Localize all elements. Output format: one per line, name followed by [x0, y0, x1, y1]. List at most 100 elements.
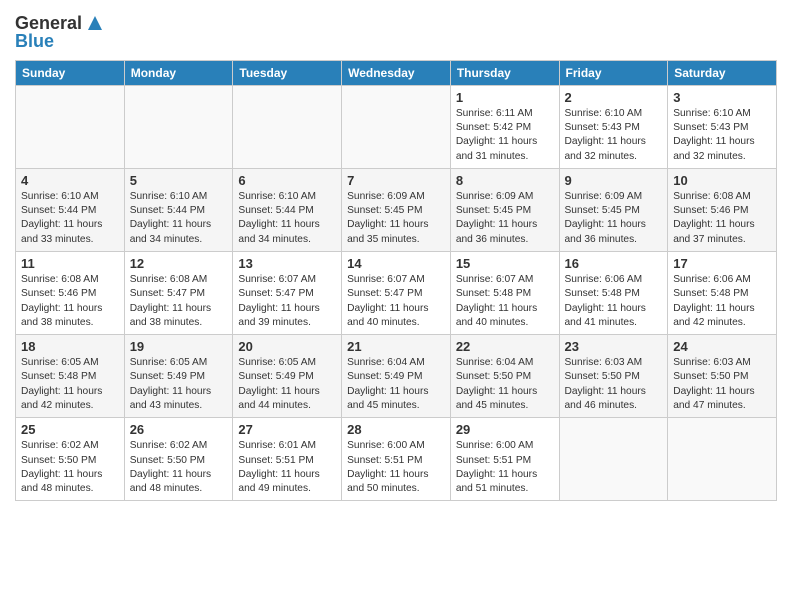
- day-info: Sunrise: 6:04 AM Sunset: 5:50 PM Dayligh…: [456, 356, 554, 413]
- day-number: 23: [565, 339, 663, 354]
- day-info: Sunrise: 6:00 AM Sunset: 5:51 PM Dayligh…: [347, 439, 445, 496]
- calendar-cell: 13 Sunrise: 6:07 AM Sunset: 5:47 PM Dayli…: [233, 252, 342, 335]
- calendar-cell: 2Sunrise: 6:10 AM Sunset: 5:43 PM Daylig…: [559, 85, 668, 168]
- day-number: 2: [565, 90, 663, 105]
- day-info: Sunrise: 6:05 AM Sunset: 5:49 PM Dayligh…: [130, 356, 228, 413]
- calendar-table: SundayMondayTuesdayWednesdayThursdayFrid…: [15, 60, 777, 502]
- day-info: Sunrise: 6:11 AM Sunset: 5:42 PM Dayligh…: [456, 107, 554, 164]
- calendar-cell: 7 Sunrise: 6:09 AM Sunset: 5:45 PM Daylig…: [342, 168, 451, 251]
- day-info: Sunrise: 6:09 AM Sunset: 5:45 PM Dayligh…: [565, 190, 663, 247]
- day-info: Sunrise: 6:03 AM Sunset: 5:50 PM Dayligh…: [565, 356, 663, 413]
- calendar-cell: 25 Sunrise: 6:02 AM Sunset: 5:50 PM Dayli…: [16, 418, 125, 501]
- logo-blue: Blue: [15, 32, 54, 52]
- calendar-cell: 10 Sunrise: 6:08 AM Sunset: 5:46 PM Dayli…: [668, 168, 777, 251]
- calendar-cell: 4 Sunrise: 6:10 AM Sunset: 5:44 PM Daylig…: [16, 168, 125, 251]
- day-info: Sunrise: 6:06 AM Sunset: 5:48 PM Dayligh…: [673, 273, 771, 330]
- day-number: 13: [238, 256, 336, 271]
- calendar-cell: 29 Sunrise: 6:00 AM Sunset: 5:51 PM Dayli…: [450, 418, 559, 501]
- day-info: Sunrise: 6:02 AM Sunset: 5:50 PM Dayligh…: [130, 439, 228, 496]
- calendar-week: 11 Sunrise: 6:08 AM Sunset: 5:46 PM Dayli…: [16, 252, 777, 335]
- day-number: 16: [565, 256, 663, 271]
- day-number: 5: [130, 173, 228, 188]
- calendar-cell: 16 Sunrise: 6:06 AM Sunset: 5:48 PM Dayli…: [559, 252, 668, 335]
- day-info: Sunrise: 6:07 AM Sunset: 5:47 PM Dayligh…: [238, 273, 336, 330]
- weekday-header: Monday: [124, 60, 233, 85]
- day-info: Sunrise: 6:10 AM Sunset: 5:44 PM Dayligh…: [130, 190, 228, 247]
- calendar-cell: [16, 85, 125, 168]
- day-info: Sunrise: 6:05 AM Sunset: 5:49 PM Dayligh…: [238, 356, 336, 413]
- day-info: Sunrise: 6:02 AM Sunset: 5:50 PM Dayligh…: [21, 439, 119, 496]
- weekday-header: Sunday: [16, 60, 125, 85]
- calendar-week: 1 Sunrise: 6:11 AM Sunset: 5:42 PM Daylig…: [16, 85, 777, 168]
- day-info: Sunrise: 6:04 AM Sunset: 5:49 PM Dayligh…: [347, 356, 445, 413]
- day-info: Sunrise: 6:08 AM Sunset: 5:46 PM Dayligh…: [673, 190, 771, 247]
- calendar-cell: 9 Sunrise: 6:09 AM Sunset: 5:45 PM Daylig…: [559, 168, 668, 251]
- day-number: 10: [673, 173, 771, 188]
- day-number: 15: [456, 256, 554, 271]
- logo-icon: [84, 12, 106, 34]
- calendar-cell: 18 Sunrise: 6:05 AM Sunset: 5:48 PM Dayli…: [16, 335, 125, 418]
- day-info: Sunrise: 6:09 AM Sunset: 5:45 PM Dayligh…: [347, 190, 445, 247]
- calendar-cell: 8 Sunrise: 6:09 AM Sunset: 5:45 PM Daylig…: [450, 168, 559, 251]
- day-info: Sunrise: 6:05 AM Sunset: 5:48 PM Dayligh…: [21, 356, 119, 413]
- day-number: 19: [130, 339, 228, 354]
- calendar-cell: 6Sunrise: 6:10 AM Sunset: 5:44 PM Daylig…: [233, 168, 342, 251]
- calendar-cell: 23 Sunrise: 6:03 AM Sunset: 5:50 PM Dayli…: [559, 335, 668, 418]
- day-info: Sunrise: 6:10 AM Sunset: 5:44 PM Dayligh…: [21, 190, 119, 247]
- logo: General Blue: [15, 14, 106, 52]
- calendar-cell: 3 Sunrise: 6:10 AM Sunset: 5:43 PM Daylig…: [668, 85, 777, 168]
- calendar-cell: [342, 85, 451, 168]
- day-number: 25: [21, 422, 119, 437]
- day-number: 24: [673, 339, 771, 354]
- day-info: Sunrise: 6:10 AM Sunset: 5:44 PM Dayligh…: [238, 190, 336, 247]
- calendar-cell: 28 Sunrise: 6:00 AM Sunset: 5:51 PM Dayli…: [342, 418, 451, 501]
- calendar-cell: 27Sunrise: 6:01 AM Sunset: 5:51 PM Dayli…: [233, 418, 342, 501]
- calendar-cell: 15Sunrise: 6:07 AM Sunset: 5:48 PM Dayli…: [450, 252, 559, 335]
- day-number: 1: [456, 90, 554, 105]
- calendar-cell: [559, 418, 668, 501]
- calendar-cell: 11 Sunrise: 6:08 AM Sunset: 5:46 PM Dayli…: [16, 252, 125, 335]
- header: General Blue: [15, 10, 777, 52]
- calendar-cell: 5 Sunrise: 6:10 AM Sunset: 5:44 PM Daylig…: [124, 168, 233, 251]
- weekday-header: Wednesday: [342, 60, 451, 85]
- calendar-week: 4 Sunrise: 6:10 AM Sunset: 5:44 PM Daylig…: [16, 168, 777, 251]
- calendar-cell: 22 Sunrise: 6:04 AM Sunset: 5:50 PM Dayli…: [450, 335, 559, 418]
- calendar-cell: 14Sunrise: 6:07 AM Sunset: 5:47 PM Dayli…: [342, 252, 451, 335]
- day-number: 17: [673, 256, 771, 271]
- weekday-header: Friday: [559, 60, 668, 85]
- header-row: SundayMondayTuesdayWednesdayThursdayFrid…: [16, 60, 777, 85]
- day-number: 28: [347, 422, 445, 437]
- calendar-cell: 1 Sunrise: 6:11 AM Sunset: 5:42 PM Daylig…: [450, 85, 559, 168]
- day-number: 18: [21, 339, 119, 354]
- day-number: 9: [565, 173, 663, 188]
- calendar-cell: 12Sunrise: 6:08 AM Sunset: 5:47 PM Dayli…: [124, 252, 233, 335]
- day-info: Sunrise: 6:09 AM Sunset: 5:45 PM Dayligh…: [456, 190, 554, 247]
- day-number: 27: [238, 422, 336, 437]
- day-number: 7: [347, 173, 445, 188]
- calendar-week: 25 Sunrise: 6:02 AM Sunset: 5:50 PM Dayli…: [16, 418, 777, 501]
- calendar-cell: 20Sunrise: 6:05 AM Sunset: 5:49 PM Dayli…: [233, 335, 342, 418]
- day-number: 11: [21, 256, 119, 271]
- day-number: 14: [347, 256, 445, 271]
- calendar-cell: 17 Sunrise: 6:06 AM Sunset: 5:48 PM Dayli…: [668, 252, 777, 335]
- weekday-header: Saturday: [668, 60, 777, 85]
- day-number: 21: [347, 339, 445, 354]
- day-info: Sunrise: 6:03 AM Sunset: 5:50 PM Dayligh…: [673, 356, 771, 413]
- weekday-header: Thursday: [450, 60, 559, 85]
- day-info: Sunrise: 6:06 AM Sunset: 5:48 PM Dayligh…: [565, 273, 663, 330]
- day-number: 3: [673, 90, 771, 105]
- weekday-header: Tuesday: [233, 60, 342, 85]
- day-info: Sunrise: 6:08 AM Sunset: 5:46 PM Dayligh…: [21, 273, 119, 330]
- day-number: 8: [456, 173, 554, 188]
- calendar-cell: [124, 85, 233, 168]
- day-info: Sunrise: 6:10 AM Sunset: 5:43 PM Dayligh…: [673, 107, 771, 164]
- page-container: General Blue SundayMondayTuesdayWednesda…: [0, 0, 792, 509]
- day-number: 4: [21, 173, 119, 188]
- calendar-cell: [668, 418, 777, 501]
- calendar-cell: [233, 85, 342, 168]
- day-number: 29: [456, 422, 554, 437]
- day-number: 22: [456, 339, 554, 354]
- day-info: Sunrise: 6:00 AM Sunset: 5:51 PM Dayligh…: [456, 439, 554, 496]
- calendar-cell: 21 Sunrise: 6:04 AM Sunset: 5:49 PM Dayli…: [342, 335, 451, 418]
- calendar-week: 18 Sunrise: 6:05 AM Sunset: 5:48 PM Dayli…: [16, 335, 777, 418]
